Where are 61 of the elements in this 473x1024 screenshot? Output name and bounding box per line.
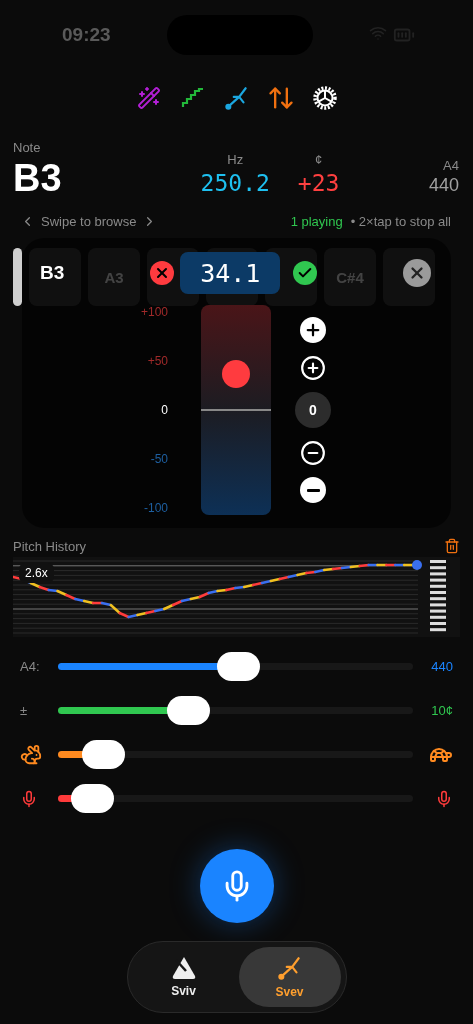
slider-label: A4:: [20, 659, 41, 674]
slider-track[interactable]: [58, 740, 413, 769]
reference-value: 440: [428, 175, 459, 196]
slider-track[interactable]: [58, 696, 413, 725]
record-button[interactable]: [199, 849, 274, 923]
note-label: Note: [13, 140, 42, 155]
scale-label: 0: [161, 403, 168, 417]
slider-thumb[interactable]: [167, 696, 211, 725]
history-title: Pitch History: [13, 538, 86, 554]
editor-note: B3: [40, 262, 65, 284]
decrease-button[interactable]: [300, 439, 326, 466]
plus-icon: [300, 354, 326, 381]
cents-value: +23: [297, 170, 340, 196]
metronome-icon: [170, 956, 197, 980]
large-decrease-button[interactable]: [300, 477, 326, 503]
scale-label: -50: [150, 452, 168, 466]
browse-hint: Swipe to browse: [41, 213, 137, 229]
wifi-icon: [369, 24, 387, 42]
tuning-fork-icon: [223, 85, 250, 111]
pitch-slider[interactable]: [201, 305, 271, 515]
note-chip-edge: [13, 248, 22, 306]
increase-button[interactable]: [300, 354, 326, 381]
slider-track[interactable]: [58, 652, 413, 681]
slider-label: ±: [20, 703, 29, 718]
trash-icon: [444, 538, 460, 554]
microphone-icon: [20, 789, 38, 808]
stairs-icon: [180, 86, 205, 110]
delete-button[interactable]: [444, 538, 460, 554]
slider-thumb[interactable]: [71, 784, 115, 813]
note-value: B3: [13, 157, 63, 200]
slider-value: 10¢: [430, 703, 453, 718]
tuning-fork-icon: [276, 955, 303, 981]
gear-icon: [310, 84, 339, 112]
cents-label: ¢: [315, 152, 323, 167]
scale-label: +100: [140, 305, 168, 319]
frequency-value: 250.2: [200, 170, 270, 196]
tab[interactable]: Svev: [238, 947, 341, 1007]
plus-icon: [304, 321, 322, 339]
frequency-label: Hz: [227, 152, 244, 167]
status-time: 09:23: [62, 24, 111, 46]
slider-knob[interactable]: [222, 360, 250, 389]
reference-label: A4: [443, 158, 459, 173]
value-field[interactable]: 34.1: [180, 252, 281, 294]
slider-value: 440: [430, 659, 453, 674]
large-increase-button[interactable]: [300, 317, 326, 343]
minus-icon: [300, 439, 326, 466]
reset-button[interactable]: 0: [295, 392, 331, 428]
stop-hint: • 2×tap to stop all: [350, 213, 451, 229]
zoom-level: 2.6x: [19, 563, 54, 583]
rabbit-icon: [20, 743, 42, 766]
playing-count: 1 playing: [290, 213, 343, 229]
scale-label: +50: [147, 354, 168, 368]
scale-label: -100: [143, 501, 168, 515]
minus-icon: [306, 488, 320, 492]
slider-track[interactable]: [58, 784, 413, 813]
close-icon: [408, 264, 426, 282]
tab[interactable]: Sviv: [132, 947, 235, 1007]
microphone-icon: [435, 789, 453, 808]
slider-thumb[interactable]: [81, 740, 125, 769]
slider-thumb[interactable]: [216, 652, 260, 681]
magic-wand-icon: [136, 86, 161, 110]
